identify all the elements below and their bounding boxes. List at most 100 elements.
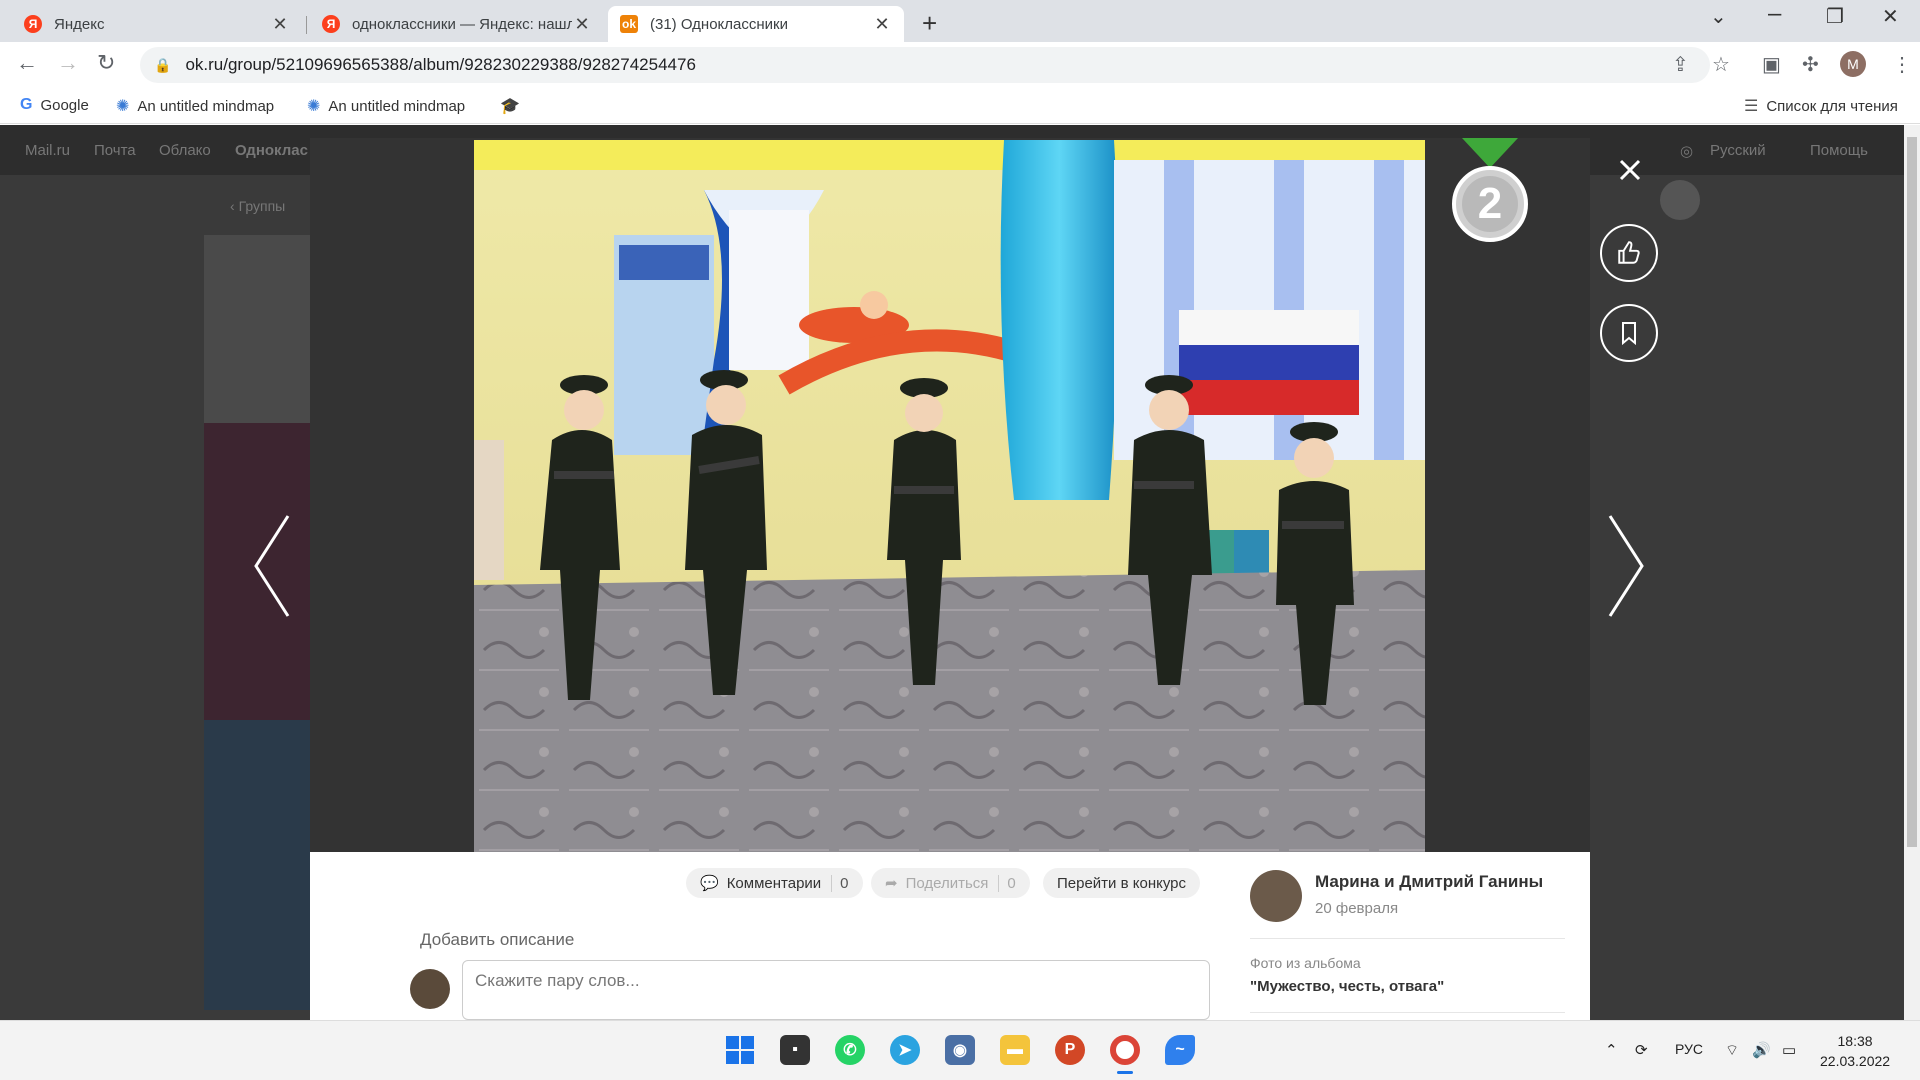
language-indicator[interactable]: РУС bbox=[1675, 1041, 1703, 1057]
album-name[interactable]: "Мужество, честь, отвага" bbox=[1250, 978, 1444, 995]
star-icon[interactable]: ☆ bbox=[1712, 52, 1730, 77]
groups-label: Группы bbox=[238, 198, 286, 214]
share-arrow-icon: ➦ bbox=[885, 875, 898, 892]
chevron-up-icon[interactable]: ⌃ bbox=[1605, 1041, 1618, 1059]
reading-list[interactable]: ☰ Список для чтения bbox=[1744, 96, 1898, 116]
prev-arrow-icon[interactable] bbox=[252, 514, 292, 618]
nav-mailru[interactable]: Mail.ru bbox=[25, 142, 70, 159]
powerpoint-icon[interactable]: P bbox=[1055, 1035, 1085, 1065]
contest-button[interactable]: Перейти в конкурс bbox=[1043, 868, 1201, 898]
forward-icon[interactable]: → bbox=[57, 50, 79, 76]
extensions-icon[interactable]: ✣ bbox=[1802, 52, 1819, 77]
help-link[interactable]: Помощь bbox=[1810, 142, 1868, 159]
taskbar: ▪ ✆ ➤ ◉ ▬ P ~ ⌃ ⟳ РУС ⌔ 🔊 ▭ 18:38 22.03.… bbox=[0, 1020, 1920, 1080]
mindmap-icon: ✺ bbox=[116, 98, 130, 115]
nav-ok[interactable]: Одноклас bbox=[235, 142, 308, 159]
back-icon[interactable]: ← bbox=[16, 50, 38, 76]
bookmark-icon bbox=[1622, 322, 1636, 345]
bookmark-google[interactable]: G Google bbox=[20, 96, 89, 114]
share-count: 0 bbox=[998, 874, 1016, 892]
file-explorer-icon[interactable]: ▬ bbox=[1000, 1035, 1030, 1065]
close-icon[interactable] bbox=[1618, 158, 1642, 182]
photo-viewer: 2 💬 Комментарии 0 ➦ Поделиться 0 Перейти… bbox=[254, 138, 1658, 1020]
bookmark-label: Google bbox=[40, 96, 89, 114]
groups-link[interactable]: ‹ Группы bbox=[230, 198, 285, 214]
bookmark-mindmap-2[interactable]: ✺ An untitled mindmap bbox=[307, 96, 465, 116]
scrollbar-thumb[interactable] bbox=[1907, 137, 1917, 847]
wifi-icon[interactable]: ⌔ bbox=[1725, 1041, 1739, 1060]
bookmarks-bar: G Google ✺ An untitled mindmap ✺ An unti… bbox=[0, 88, 1920, 124]
close-icon[interactable]: ✕ bbox=[572, 14, 592, 35]
active-app-indicator bbox=[1117, 1071, 1133, 1074]
author-name[interactable]: Марина и Дмитрий Ганины bbox=[1315, 872, 1543, 892]
language-select[interactable]: Русский bbox=[1710, 142, 1766, 159]
telegram-icon[interactable]: ➤ bbox=[890, 1035, 920, 1065]
menu-icon[interactable]: ⋮ bbox=[1892, 52, 1912, 77]
profile-avatar[interactable]: M bbox=[1840, 51, 1866, 77]
share-label: Поделиться bbox=[905, 874, 989, 892]
contest-label: Перейти в конкурс bbox=[1057, 874, 1187, 892]
comment-icon: 💬 bbox=[700, 875, 719, 892]
restore-icon[interactable]: ❐ bbox=[1826, 4, 1844, 29]
clock-time: 18:38 bbox=[1837, 1033, 1873, 1049]
bookmark-mindmap-1[interactable]: ✺ An untitled mindmap bbox=[116, 96, 274, 116]
avatar[interactable] bbox=[1660, 180, 1700, 220]
ok-icon: ok bbox=[620, 15, 638, 33]
tab-yandex-search[interactable]: Я одноклассники — Яндекс: нашл ✕ bbox=[310, 6, 604, 42]
yandex-icon: Я bbox=[24, 15, 42, 33]
address-bar[interactable]: 🔒 ok.ru/group/52109696565388/album/92823… bbox=[140, 47, 1710, 83]
yandex-icon: Я bbox=[322, 15, 340, 33]
sync-icon[interactable]: ⟳ bbox=[1635, 1041, 1648, 1059]
author-avatar[interactable] bbox=[1250, 870, 1302, 922]
tab-search-icon[interactable]: ⌄ bbox=[1710, 4, 1727, 29]
divider bbox=[1250, 938, 1565, 939]
graduation-cap-icon: 🎓 bbox=[500, 98, 520, 115]
nav-cloud[interactable]: Облако bbox=[159, 142, 211, 159]
close-icon[interactable]: ✕ bbox=[872, 14, 892, 35]
bookmark-graduation[interactable]: 🎓 bbox=[500, 96, 528, 116]
share-icon[interactable]: ⇪ bbox=[1672, 52, 1689, 77]
tab-bar: Я Яндекс ✕ Я одноклассники — Яндекс: наш… bbox=[0, 0, 1920, 42]
like-button[interactable] bbox=[1600, 224, 1658, 282]
task-view-icon[interactable]: ▪ bbox=[780, 1035, 810, 1065]
next-arrow-icon[interactable] bbox=[1606, 514, 1646, 618]
vk-icon[interactable]: ◉ bbox=[945, 1035, 975, 1065]
reload-icon[interactable]: ↻ bbox=[97, 50, 115, 76]
bookmark-button[interactable] bbox=[1600, 304, 1658, 362]
thumbs-up-icon bbox=[1618, 241, 1640, 264]
tab-title: одноклассники — Яндекс: нашл bbox=[352, 15, 572, 33]
close-icon[interactable]: ✕ bbox=[270, 14, 290, 35]
mindmap-icon: ✺ bbox=[307, 98, 321, 115]
photo-date: 20 февраля bbox=[1315, 900, 1399, 917]
add-description-link[interactable]: Добавить описание bbox=[420, 930, 574, 950]
tab-yandex[interactable]: Я Яндекс ✕ bbox=[12, 6, 302, 42]
comments-button[interactable]: 💬 Комментарии 0 bbox=[686, 868, 863, 898]
windows-start-icon[interactable] bbox=[725, 1035, 755, 1065]
clock[interactable]: 18:38 22.03.2022 bbox=[1820, 1031, 1890, 1071]
comment-input[interactable]: Скажите пару слов... bbox=[462, 960, 1210, 1020]
medal-number: 2 bbox=[1477, 179, 1503, 228]
tab-odnoklassniki[interactable]: ok (31) Одноклассники ✕ bbox=[608, 6, 904, 42]
minimize-icon[interactable]: – bbox=[1768, 0, 1781, 28]
volume-icon[interactable]: 🔊 bbox=[1752, 1041, 1771, 1059]
photo[interactable] bbox=[474, 140, 1425, 852]
chrome-icon[interactable] bbox=[1110, 1035, 1140, 1065]
comments-label: Комментарии bbox=[726, 874, 822, 892]
divider bbox=[1250, 1012, 1565, 1013]
cast-icon[interactable]: ▣ bbox=[1762, 52, 1781, 77]
photo-info-panel: 💬 Комментарии 0 ➦ Поделиться 0 Перейти в… bbox=[310, 852, 1590, 1020]
new-tab-button[interactable]: + bbox=[922, 8, 937, 39]
album-label: Фото из альбома bbox=[1250, 955, 1361, 971]
page-scrollbar[interactable] bbox=[1904, 125, 1920, 1020]
battery-icon[interactable]: ▭ bbox=[1782, 1041, 1796, 1059]
comment-placeholder: Скажите пару слов... bbox=[475, 971, 640, 990]
whatsapp-icon[interactable]: ✆ bbox=[835, 1035, 865, 1065]
profile-initial: M bbox=[1847, 56, 1859, 72]
weather-app-icon[interactable]: ~ bbox=[1165, 1035, 1195, 1065]
close-window-icon[interactable]: ✕ bbox=[1882, 4, 1899, 29]
share-button[interactable]: ➦ Поделиться 0 bbox=[871, 868, 1030, 898]
reading-list-label: Список для чтения bbox=[1766, 97, 1898, 115]
nav-mail[interactable]: Почта bbox=[94, 142, 136, 159]
globe-icon: ◎ bbox=[1680, 143, 1694, 160]
background-thumbnail bbox=[204, 720, 310, 1010]
